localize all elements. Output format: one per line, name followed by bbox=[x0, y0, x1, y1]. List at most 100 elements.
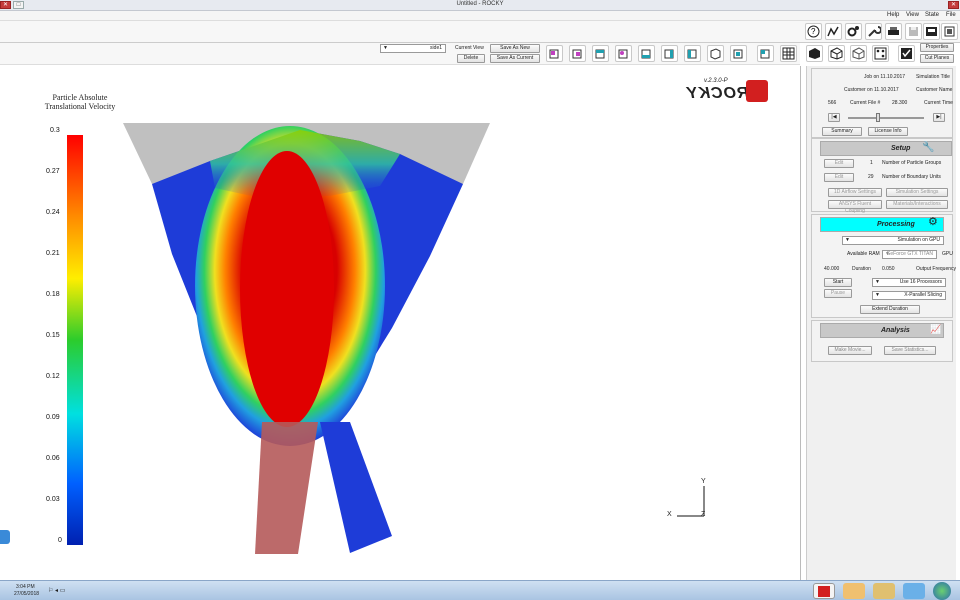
gpu-select[interactable]: ▼ GeForce GTX TITAN bbox=[882, 250, 937, 259]
title-bar: Untitled - ROCKY ✕ □ _ ✕ bbox=[0, 0, 960, 11]
grid-icon[interactable] bbox=[780, 45, 797, 62]
processing-gears-icon[interactable] bbox=[845, 23, 862, 40]
colorbar-tick-label: 0.18 bbox=[46, 291, 60, 298]
extend-duration-button[interactable]: Extend Duration bbox=[860, 305, 920, 314]
cube-view-8-icon[interactable] bbox=[707, 45, 724, 62]
analysis-header: Analysis bbox=[820, 323, 944, 338]
view-select[interactable]: ▼ side1 bbox=[380, 44, 446, 53]
help-icon[interactable]: ? bbox=[805, 23, 822, 40]
browser-icon[interactable] bbox=[903, 583, 925, 599]
airflow-settings-button[interactable]: 1D Airflow Settings bbox=[828, 188, 882, 197]
tray-icons[interactable]: ⚐ ◂ ▭ bbox=[48, 587, 78, 595]
clock-date[interactable]: 27/05/2018 bbox=[14, 591, 39, 597]
print-icon[interactable] bbox=[885, 23, 902, 40]
cut-planes-button[interactable]: Cut Planes bbox=[920, 54, 954, 63]
wrench-icon[interactable] bbox=[865, 23, 882, 40]
menu-view[interactable]: View bbox=[906, 12, 919, 18]
pause-button[interactable]: Pause bbox=[824, 289, 852, 298]
setup-group: Setup 🔧 Number of Particle Groups 1 Edit… bbox=[811, 138, 953, 214]
analysis-group: Analysis 📈 Save Statistics... Make Movie… bbox=[811, 320, 953, 362]
window-icon[interactable] bbox=[941, 23, 958, 40]
z-axis-label: Z bbox=[701, 511, 706, 518]
slicing-select[interactable]: ▼ X-Parallel Slicing bbox=[872, 291, 946, 300]
cube-view-5-icon[interactable] bbox=[638, 45, 655, 62]
menu-help[interactable]: Help bbox=[887, 12, 899, 18]
properties-button[interactable]: Properties bbox=[920, 43, 954, 52]
cube-view-9-icon[interactable] bbox=[730, 45, 747, 62]
make-movie-button[interactable]: Make Movie... bbox=[828, 346, 872, 355]
last-frame-button[interactable]: ▶| bbox=[933, 113, 945, 122]
menu-state[interactable]: State bbox=[925, 12, 939, 18]
first-frame-button[interactable]: |◀ bbox=[828, 113, 840, 122]
colorbar-tick-label: 0 bbox=[58, 537, 62, 544]
customer-name-value: Customer on 11.10.2017 bbox=[844, 87, 899, 93]
delete-view-button[interactable]: Delete bbox=[457, 54, 485, 63]
app-close-icon[interactable]: ✕ bbox=[948, 1, 959, 9]
control-panel: Simulation Title Job on 11.10.2017 Custo… bbox=[806, 66, 956, 580]
colorbar-title-2: Translational Velocity bbox=[44, 102, 116, 111]
simulation-title-value: Job on 11.10.2017 bbox=[864, 74, 906, 80]
current-time-value: 28.300 bbox=[892, 100, 908, 106]
cube-view-3-icon[interactable] bbox=[592, 45, 609, 62]
save-as-current-button[interactable]: Save As Current bbox=[490, 54, 540, 63]
processors-select[interactable]: ▼ Use 16 Processors bbox=[872, 278, 946, 287]
colorbar-tick-label: 0.03 bbox=[46, 496, 60, 503]
right-chute bbox=[320, 422, 392, 553]
menu-file[interactable]: File bbox=[946, 12, 956, 18]
red-core bbox=[240, 151, 334, 427]
processing-group: Processing ⚙ ▼ Simulation on GPU GPU ▼ GeF… bbox=[811, 214, 956, 318]
media-player-icon[interactable] bbox=[843, 583, 865, 599]
maximize-button[interactable]: □ bbox=[13, 1, 24, 9]
license-info-button[interactable]: License Info bbox=[868, 127, 908, 136]
time-slider-thumb[interactable] bbox=[876, 113, 880, 122]
checkbox-icon[interactable] bbox=[898, 45, 915, 62]
customer-name-label: Customer Name bbox=[916, 87, 953, 93]
start-button[interactable] bbox=[933, 582, 951, 600]
outline-cube-icon[interactable] bbox=[850, 45, 867, 62]
colorbar-tick-label: 0.06 bbox=[46, 455, 60, 462]
analysis-chart-icon[interactable] bbox=[825, 23, 842, 40]
time-slider[interactable] bbox=[848, 117, 924, 119]
materials-button[interactable]: Materials/Interactions bbox=[886, 200, 948, 209]
dice-icon[interactable] bbox=[872, 45, 889, 62]
duration-value: 40.000 bbox=[824, 266, 840, 272]
summary-button[interactable]: Summary bbox=[822, 127, 862, 136]
layout-icon[interactable] bbox=[923, 23, 940, 40]
edit-boundaries-button[interactable]: Edit bbox=[824, 173, 854, 182]
cube-view-4-icon[interactable] bbox=[615, 45, 632, 62]
menu-bar: File State View Help bbox=[0, 11, 960, 21]
save-icon[interactable] bbox=[905, 23, 922, 40]
colorbar-title-1: Particle Absolute bbox=[52, 93, 108, 102]
colorbar-tick-label: 0.24 bbox=[46, 209, 60, 216]
close-button[interactable]: ✕ bbox=[0, 1, 11, 9]
rocky-taskbar-icon[interactable] bbox=[813, 583, 835, 599]
rocky-logo: v.2.3.0-P ROCKY bbox=[686, 78, 786, 108]
3d-viewport[interactable]: Particle Absolute Translational Velocity… bbox=[0, 66, 801, 580]
cube-view-10-icon[interactable] bbox=[757, 45, 774, 62]
solid-cube-icon[interactable] bbox=[806, 45, 823, 62]
cube-view-1-icon[interactable] bbox=[546, 45, 563, 62]
clock-time[interactable]: 3:04 PM bbox=[16, 584, 35, 590]
edit-particle-groups-button[interactable]: Edit bbox=[824, 159, 854, 168]
simulation-settings-button[interactable]: Simulation Settings bbox=[886, 188, 948, 197]
cube-view-7-icon[interactable] bbox=[684, 45, 701, 62]
file-explorer-icon[interactable] bbox=[873, 583, 895, 599]
save-statistics-button[interactable]: Save Statistics... bbox=[884, 346, 936, 355]
current-view-label: Current View bbox=[455, 45, 484, 51]
cube-view-2-icon[interactable] bbox=[569, 45, 586, 62]
side-panel-handle[interactable] bbox=[0, 530, 10, 544]
wire-cube-icon[interactable] bbox=[828, 45, 845, 62]
save-as-new-button[interactable]: Save As New bbox=[490, 44, 540, 53]
info-group: Simulation Title Job on 11.10.2017 Custo… bbox=[811, 68, 953, 138]
start-button[interactable]: Start bbox=[824, 278, 852, 287]
gears-section-icon: ⚙ bbox=[928, 216, 938, 228]
simulation-title-label: Simulation Title bbox=[916, 74, 950, 80]
analysis-section-icon: 📈 bbox=[930, 324, 942, 334]
colorbar-tick-label: 0.15 bbox=[46, 332, 60, 339]
colorbar-tick-label: 0.3 bbox=[50, 127, 60, 134]
ansys-coupling-button[interactable]: ANSYS Fluent Coupling bbox=[828, 200, 882, 214]
simulation-device-select[interactable]: ▼ Simulation on GPU bbox=[842, 236, 944, 245]
processing-header: Processing bbox=[820, 217, 944, 232]
cube-view-6-icon[interactable] bbox=[661, 45, 678, 62]
available-ram-label: Available RAM bbox=[847, 251, 880, 257]
